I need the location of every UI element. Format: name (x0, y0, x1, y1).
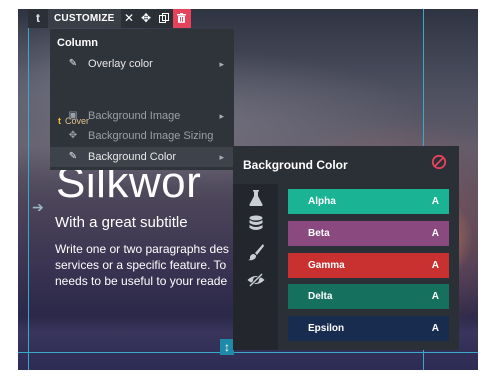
menu-item-label: Background Image (88, 110, 181, 122)
flask-icon[interactable] (246, 188, 266, 208)
swatch-name: Gamma (308, 260, 345, 271)
menu-item-label: Background Image Sizing (88, 130, 214, 142)
chevron-right-icon: ▸ (219, 111, 224, 121)
guide-line-bottom (18, 352, 478, 353)
hero-paragraph-line: services or a specific feature. To (55, 258, 227, 272)
move-icon[interactable]: ✥ (138, 9, 155, 28)
resize-handle-icon[interactable]: ↕ (220, 339, 234, 355)
customize-button[interactable]: CUSTOMIZE (48, 9, 121, 28)
menu-item-background-image[interactable]: ▣ Background Image ▸ (50, 106, 234, 126)
panel-title: Background Color (243, 158, 348, 172)
brush-icon[interactable] (246, 242, 266, 262)
color-swatch-epsilon[interactable]: Epsilon A (288, 316, 449, 341)
eyedropper-icon: ✎ (68, 58, 78, 69)
hero-subtitle[interactable]: With a great subtitle (55, 214, 188, 231)
eyedropper-icon: ✎ (68, 151, 78, 162)
swatch-name: Alpha (308, 196, 336, 207)
text-type-icon[interactable]: t (28, 9, 48, 28)
swatch-text-sample: A (431, 196, 439, 207)
hero-paragraph[interactable]: Write one or two paragraphs des services… (55, 241, 255, 289)
no-color-icon[interactable] (431, 154, 447, 170)
customize-menu: Column ✎ Overlay color ▸ t Cover ▣ Backgr… (50, 29, 234, 170)
duplicate-icon[interactable] (155, 9, 173, 28)
swatch-text-sample: A (431, 260, 439, 271)
menu-item-background-image-sizing[interactable]: ✥ Background Image Sizing (50, 126, 234, 146)
move-icon: ✥ (68, 130, 78, 141)
color-swatch-delta[interactable]: Delta A (288, 284, 449, 309)
hero-paragraph-line: Write one or two paragraphs des (55, 242, 229, 256)
database-icon[interactable] (246, 214, 266, 234)
element-toolbar: t CUSTOMIZE ✕ ✥ (28, 9, 191, 28)
arrow-right-icon[interactable]: ➔ (32, 199, 44, 216)
menu-item-label: Overlay color (88, 58, 153, 70)
background-color-panel: Background Color Alpha A Beta A Gamma A … (233, 146, 459, 350)
menu-item-label: Background Color (88, 151, 177, 163)
close-icon[interactable]: ✕ (121, 9, 138, 28)
image-icon: ▣ (68, 110, 78, 121)
swatch-text-sample: A (431, 228, 439, 239)
swatch-text-sample: A (431, 291, 439, 302)
chevron-right-icon: ▸ (219, 152, 224, 162)
swatch-name: Delta (308, 291, 333, 302)
menu-item-background-color[interactable]: ✎ Background Color ▸ (50, 147, 234, 167)
color-tabs (233, 184, 278, 350)
color-swatch-beta[interactable]: Beta A (288, 221, 449, 246)
swatch-name: Beta (308, 228, 330, 239)
swatch-text-sample: A (431, 323, 439, 334)
hero-paragraph-line: needs to be useful to your reade (55, 274, 228, 288)
menu-header-column: Column (57, 37, 98, 49)
chevron-right-icon: ▸ (219, 59, 224, 69)
eye-slash-icon[interactable] (246, 270, 266, 290)
color-swatch-gamma[interactable]: Gamma A (288, 253, 449, 278)
color-swatch-alpha[interactable]: Alpha A (288, 189, 449, 214)
menu-item-overlay-color[interactable]: ✎ Overlay color ▸ (50, 54, 234, 74)
swatch-name: Epsilon (308, 323, 345, 334)
guide-line-left (28, 9, 29, 370)
delete-icon[interactable] (172, 9, 191, 28)
